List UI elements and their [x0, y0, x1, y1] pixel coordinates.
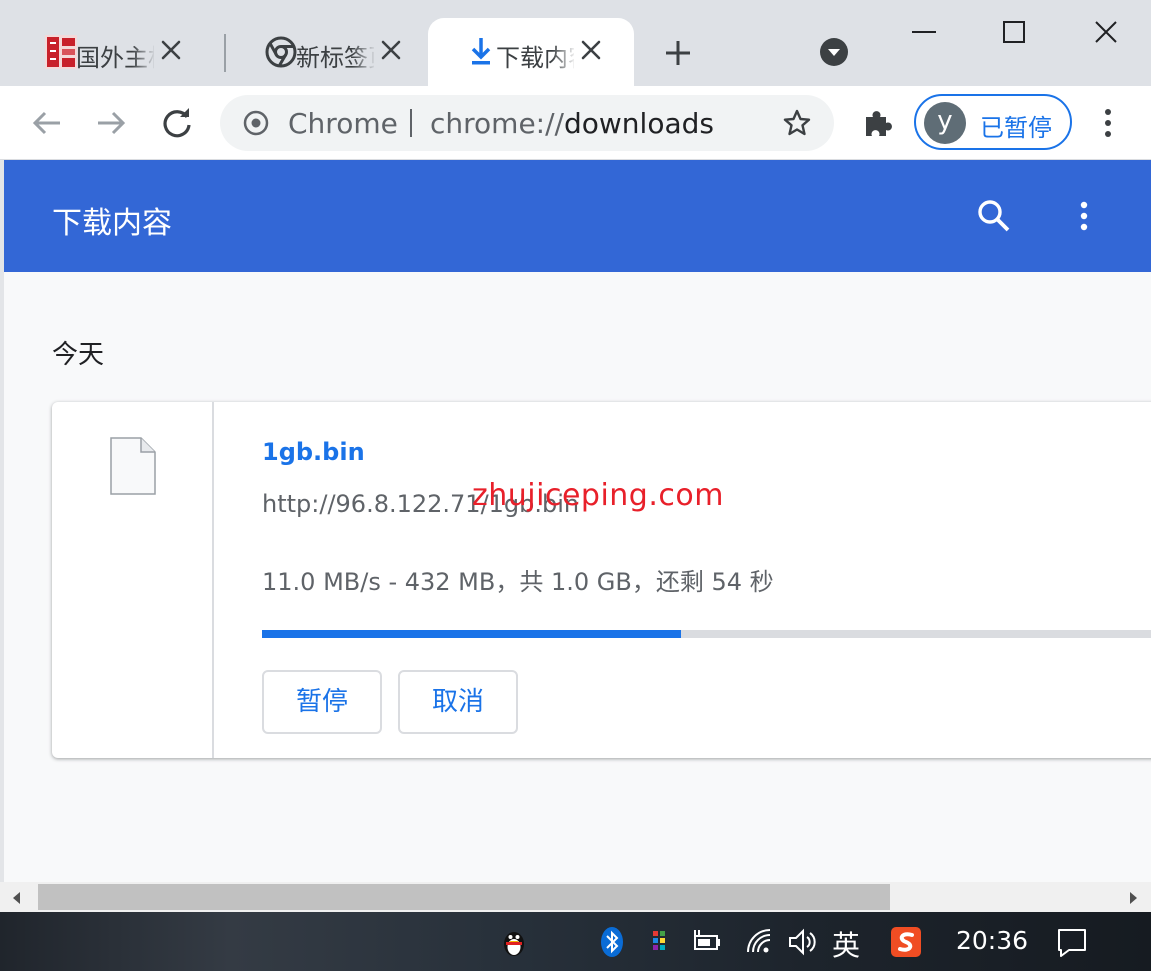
sogou-ime-icon[interactable]	[890, 926, 922, 958]
tab-close-icon[interactable]	[578, 37, 604, 63]
download-progress-fill	[262, 630, 681, 638]
download-progress-bar	[262, 630, 1151, 638]
url-text[interactable]: chrome://downloads	[430, 107, 714, 140]
cancel-button[interactable]: 取消	[398, 670, 518, 734]
omnibox-chip-label: Chrome	[288, 107, 398, 140]
watermark-text: zhujiceping.com	[472, 478, 724, 513]
tab-close-icon[interactable]	[158, 37, 184, 63]
windows-taskbar: 英 20:36	[0, 912, 1151, 971]
tab-strip: 国外主机测评 新标签页 下载内容	[0, 0, 1151, 86]
file-icon	[109, 436, 157, 496]
downloads-app-bar: 下载内容	[4, 160, 1151, 272]
avatar: y	[924, 102, 966, 144]
scrollbar-thumb[interactable]	[38, 884, 890, 910]
address-bar[interactable]: Chrome chrome://downloads	[220, 95, 834, 151]
red-seal-favicon-icon	[44, 34, 78, 70]
window-close-icon[interactable]	[1088, 14, 1124, 50]
profile-paused-button[interactable]: y 已暂停	[914, 94, 1072, 150]
search-icon[interactable]	[976, 198, 1012, 234]
tab-close-icon[interactable]	[378, 37, 404, 63]
browser-toolbar: Chrome chrome://downloads y 已暂停	[0, 86, 1151, 160]
battery-charging-icon[interactable]	[690, 926, 722, 958]
download-item-card: 1gb.bin http://96.8.122.71/1gb.bin 11.0 …	[52, 402, 1151, 758]
download-status-text: 11.0 MB/s - 432 MB，共 1.0 GB，还剩 54 秒	[262, 568, 774, 596]
bluetooth-icon[interactable]	[596, 926, 628, 958]
card-divider	[212, 402, 214, 758]
horizontal-scrollbar[interactable]	[0, 882, 1151, 912]
extensions-puzzle-icon[interactable]	[862, 107, 894, 139]
date-section-header: 今天	[52, 340, 105, 370]
action-center-notification-icon[interactable]	[1056, 926, 1088, 958]
bookmark-star-icon[interactable]	[782, 108, 812, 138]
tab-separator	[224, 34, 226, 72]
forward-arrow-icon[interactable]	[94, 106, 128, 140]
colorful-app-icon[interactable]	[644, 926, 676, 958]
tab-downloads[interactable]: 下载内容	[428, 18, 634, 86]
qq-penguin-icon[interactable]	[498, 926, 530, 958]
minimize-icon[interactable]	[906, 14, 942, 50]
input-language-indicator[interactable]: 英	[832, 924, 860, 964]
chrome-icon	[264, 34, 298, 70]
page-title: 下载内容	[52, 206, 172, 241]
volume-speaker-icon[interactable]	[786, 926, 818, 958]
more-actions-kebab-icon[interactable]	[1070, 198, 1098, 234]
reload-icon[interactable]	[160, 106, 194, 140]
profile-status-label: 已暂停	[980, 114, 1052, 142]
scroll-right-arrow-icon[interactable]	[1126, 890, 1140, 904]
tab-new-tab[interactable]: 新标签页	[228, 18, 428, 86]
scroll-left-arrow-icon[interactable]	[10, 890, 24, 904]
new-tab-plus-icon[interactable]	[660, 35, 696, 71]
wifi-icon[interactable]	[744, 926, 776, 958]
tab-guowai[interactable]: 国外主机测评	[8, 18, 218, 86]
file-name-link[interactable]: 1gb.bin	[262, 438, 365, 466]
system-clock[interactable]: 20:36	[956, 926, 1028, 955]
maximize-icon[interactable]	[996, 14, 1032, 50]
download-icon	[464, 34, 498, 70]
downloads-page: 下载内容 今天 1gb.bin http://96.8.122.71/1gb.b…	[4, 160, 1151, 882]
chrome-menu-kebab-icon[interactable]	[1094, 106, 1122, 140]
pause-button[interactable]: 暂停	[262, 670, 382, 734]
omnibox-separator	[410, 109, 412, 137]
back-arrow-icon[interactable]	[30, 106, 64, 140]
tab-search-chevron-icon[interactable]	[818, 36, 850, 68]
chrome-page-icon	[242, 109, 270, 137]
